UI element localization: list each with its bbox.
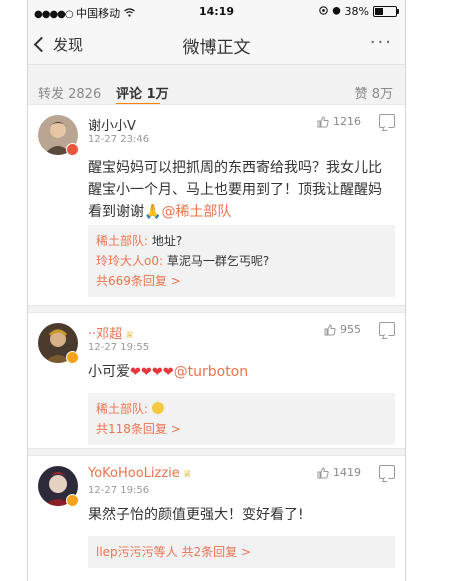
- comment-item[interactable]: ··邓超 ♕ 12-27 19:55 955 小可爱❤❤❤❤@turboton 稀…: [28, 312, 405, 449]
- tab-like[interactable]: 赞 8万: [355, 83, 393, 102]
- battery-icon: [373, 6, 399, 17]
- like-count: 1216: [333, 115, 361, 128]
- mention-link[interactable]: @turboton: [174, 364, 249, 380]
- thumb-up-icon: [324, 323, 336, 335]
- battery-fill: [375, 8, 384, 15]
- more-replies-link[interactable]: 共669条回复 >: [96, 271, 387, 291]
- like-button[interactable]: 1216: [317, 115, 361, 128]
- comment-text: 醒宝妈妈可以把抓周的东西寄给我吗？我女儿比醒宝小一个月、马上也要用到了！顶我让醒…: [88, 157, 391, 223]
- status-bar: ●●●●○ 中国移动 14:19 38%: [28, 0, 405, 24]
- status-right: 38%: [318, 5, 399, 18]
- more-replies-link[interactable]: 共2条回复 >: [182, 545, 252, 559]
- comment-time: 12-27 19:55: [88, 342, 150, 353]
- username[interactable]: ··邓超 ♕: [88, 323, 134, 342]
- username[interactable]: YoKoHooLizzie ♕: [88, 466, 192, 481]
- verified-badge-icon: [66, 351, 79, 364]
- reply-icon[interactable]: [379, 465, 395, 479]
- location-icon: [318, 5, 328, 18]
- thumb-up-icon: [317, 466, 329, 478]
- pray-hands-icon: 🙏: [144, 204, 162, 220]
- like-button[interactable]: 1419: [317, 466, 361, 479]
- verified-badge-icon: [66, 143, 79, 156]
- battery-percent: 38%: [344, 5, 369, 18]
- comment-body: 小可爱: [88, 364, 130, 380]
- thumb-up-icon: [317, 115, 329, 127]
- like-count: 955: [340, 323, 361, 336]
- comment-time: 12-27 23:46: [88, 134, 150, 145]
- phone-screen: ●●●●○ 中国移动 14:19 38% 发现 微博正文 ··· 转发 2826…: [27, 0, 406, 581]
- reply-box[interactable]: 稀土部队: 共118条回复 >: [88, 393, 395, 445]
- verified-badge-icon: [66, 494, 79, 507]
- reply-line: 稀土部队: 地址?: [96, 231, 387, 251]
- more-replies-link[interactable]: 共118条回复 >: [96, 419, 387, 439]
- reply-icon[interactable]: [379, 322, 395, 336]
- reply-user[interactable]: 玲玲大人o0:: [96, 254, 163, 268]
- comment-time: 12-27 19:56: [88, 485, 150, 496]
- reply-box[interactable]: llep污污污等人 共2条回复 >: [88, 536, 395, 568]
- alarm-icon: [332, 5, 341, 18]
- reply-line: 玲玲大人o0: 草泥马一群乞丐呢?: [96, 251, 387, 271]
- page-title: 微博正文: [182, 38, 251, 58]
- tab-comment[interactable]: 评论 1万: [116, 83, 169, 102]
- crown-icon: ♕: [125, 330, 135, 341]
- tab-bar: 转发 2826 评论 1万 赞 8万: [28, 71, 405, 107]
- heart-icon: ❤: [130, 365, 141, 380]
- reply-users[interactable]: llep污污污等人: [96, 545, 178, 559]
- reply-line: 稀土部队:: [96, 399, 387, 419]
- comment-text: 果然子怡的颜值更强大！变好看了!: [88, 507, 304, 523]
- username[interactable]: 谢小小V: [88, 115, 136, 134]
- like-button[interactable]: 955: [324, 323, 361, 336]
- tab-repost[interactable]: 转发 2826: [38, 83, 101, 102]
- reply-user[interactable]: 稀土部队:: [96, 234, 148, 248]
- comment-item[interactable]: 谢小小V 12-27 23:46 1216 醒宝妈妈可以把抓周的东西寄给我吗？我…: [28, 104, 405, 306]
- mention-link[interactable]: @稀土部队: [161, 204, 231, 220]
- nav-bar: 发现 微博正文 ···: [28, 24, 405, 65]
- like-count: 1419: [333, 466, 361, 479]
- reply-summary: llep污污污等人 共2条回复 >: [96, 542, 387, 562]
- smile-emoji-icon: [151, 402, 164, 414]
- comment-body: 醒宝妈妈可以把抓周的东西寄给我吗？我女儿比醒宝小一个月、马上也要用到了！顶我让醒…: [88, 160, 382, 220]
- heart-icon: ❤: [162, 365, 174, 380]
- comment-item[interactable]: YoKoHooLizzie ♕ 12-27 19:56 1419 果然子怡的颜值更…: [28, 455, 405, 581]
- more-dots-icon[interactable]: ···: [370, 32, 393, 53]
- reply-user[interactable]: 稀土部队:: [96, 402, 148, 416]
- reply-text: 草泥马一群乞丐呢?: [163, 254, 270, 268]
- heart-icon: ❤: [140, 365, 152, 380]
- heart-icon: ❤: [151, 365, 163, 380]
- username-text: YoKoHooLizzie: [88, 466, 180, 481]
- reply-box[interactable]: 稀土部队: 地址? 玲玲大人o0: 草泥马一群乞丐呢? 共669条回复 >: [88, 225, 395, 297]
- reply-text: 地址?: [148, 234, 183, 248]
- comment-text: 小可爱❤❤❤❤@turboton: [88, 361, 391, 384]
- username-text: ··邓超: [88, 327, 123, 342]
- crown-icon: ♕: [182, 469, 192, 480]
- reply-icon[interactable]: [379, 114, 395, 128]
